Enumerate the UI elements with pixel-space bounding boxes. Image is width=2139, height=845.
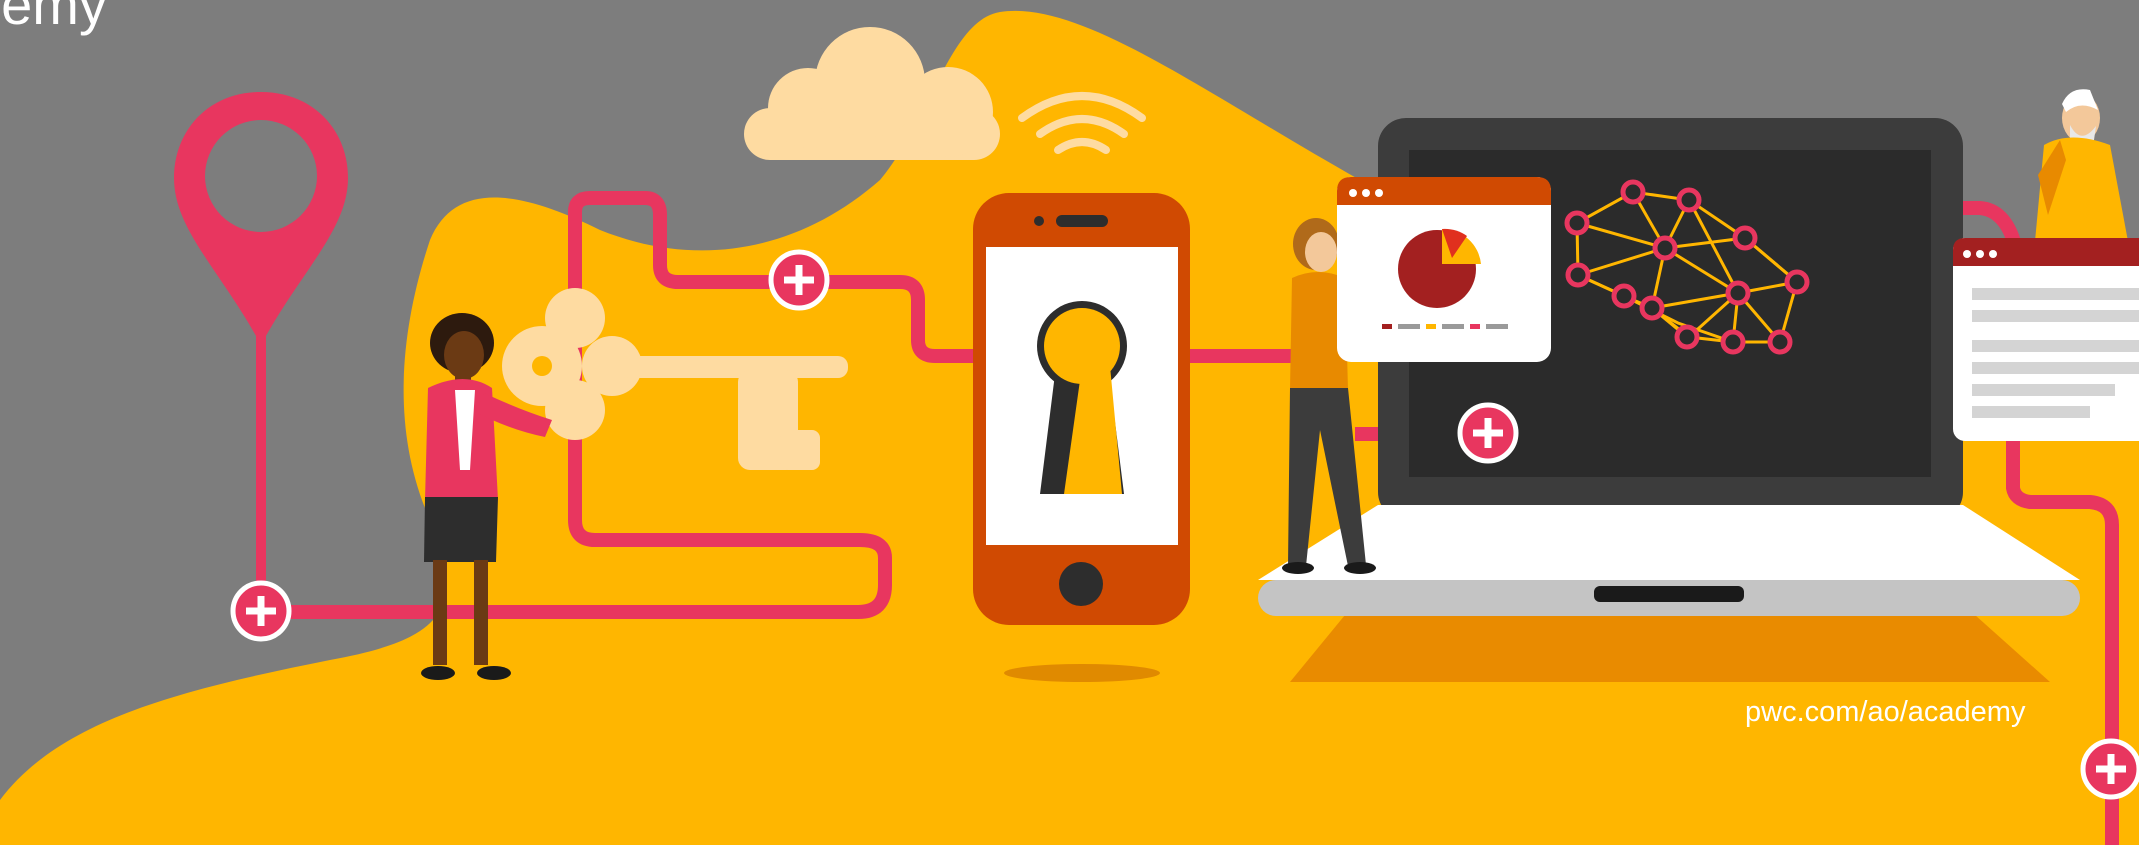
plus-icon — [2080, 738, 2139, 800]
plus-icon — [230, 580, 292, 642]
phone-shadow — [1004, 664, 1160, 682]
document-window-icon — [1953, 238, 2139, 441]
plus-icon — [1457, 402, 1519, 464]
smartphone-icon — [973, 193, 1190, 625]
pie-chart-window — [1337, 177, 1551, 362]
location-pin-icon — [174, 92, 348, 610]
footer-url: pwc.com/ao/academy — [1745, 696, 2026, 728]
page-title: demy — [0, 0, 107, 36]
laptop-shadow — [1290, 615, 2050, 682]
person-figure — [2034, 89, 2130, 252]
plus-icon — [768, 249, 830, 311]
